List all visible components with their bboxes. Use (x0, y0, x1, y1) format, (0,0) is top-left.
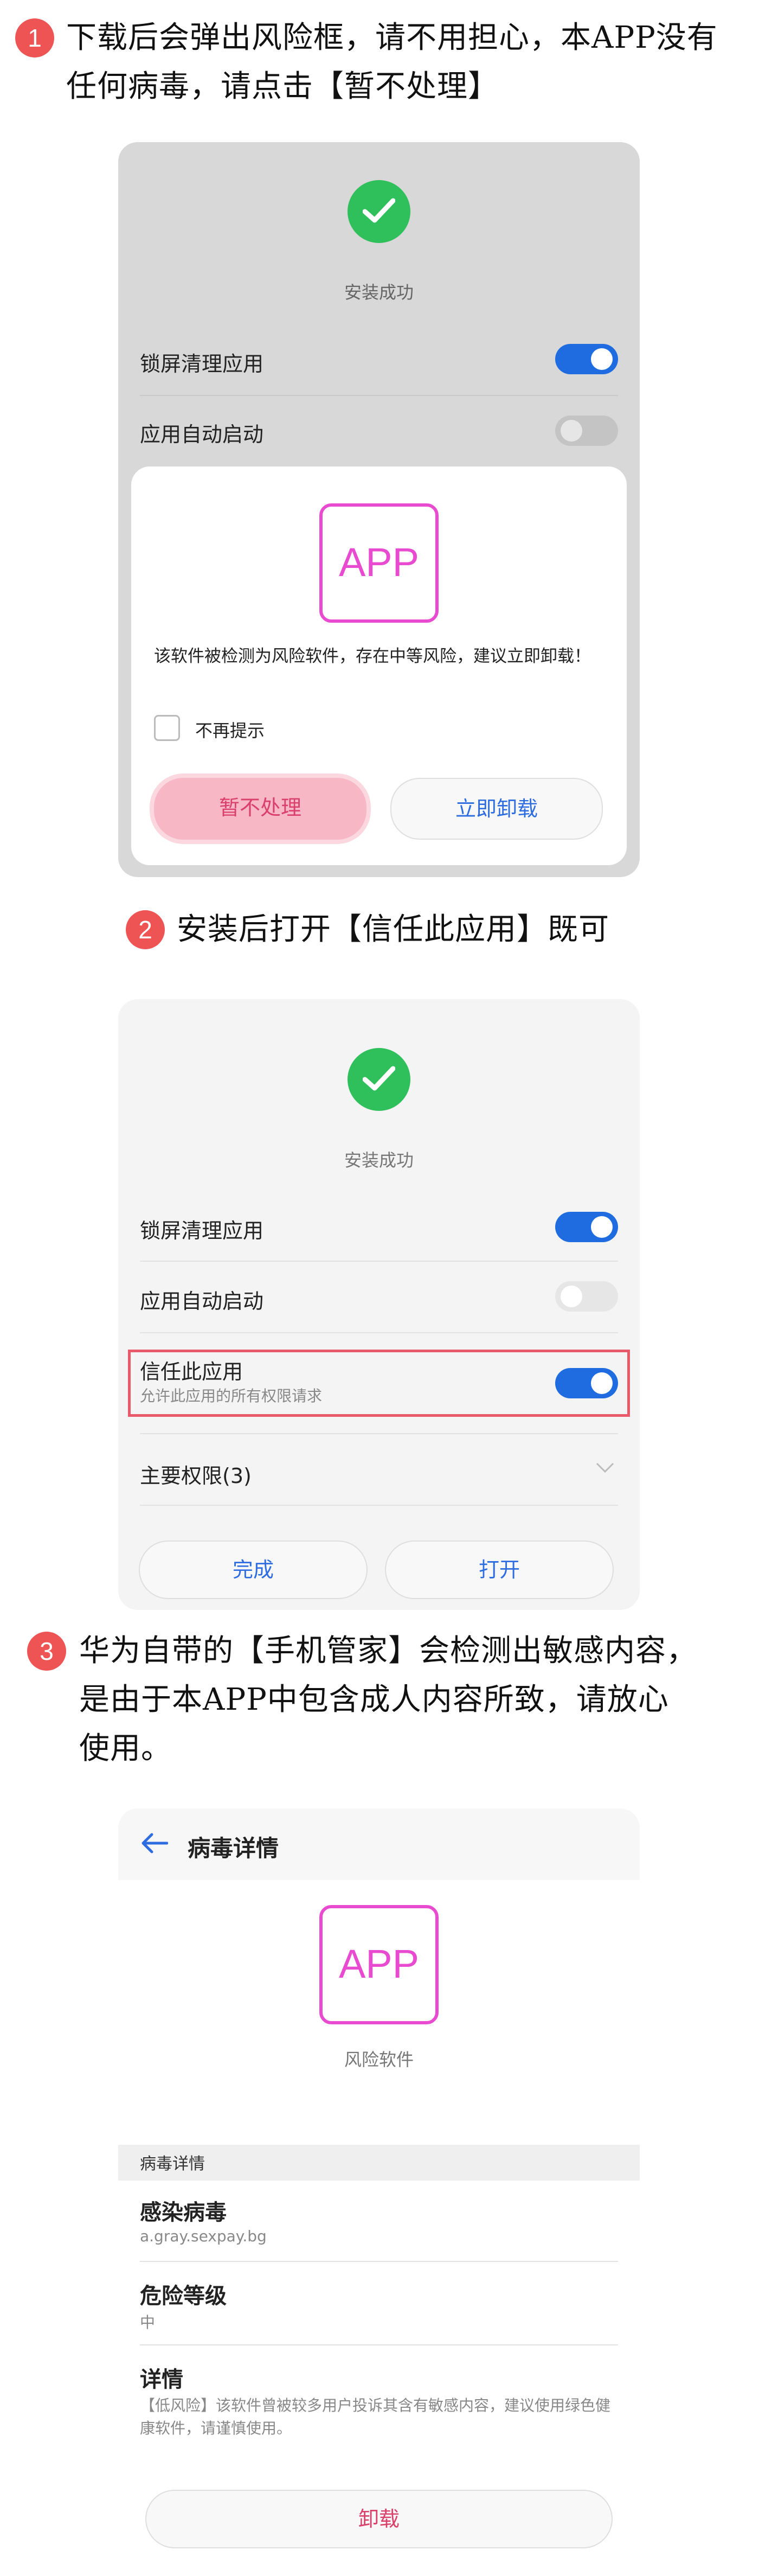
lockscreen-toggle[interactable] (555, 1212, 618, 1242)
ignore-button[interactable]: 暂不处理 (154, 778, 366, 840)
done-button[interactable]: 完成 (139, 1541, 368, 1599)
divider (140, 395, 618, 396)
check-success-icon (348, 1048, 410, 1111)
trust-app-label: 信任此应用 (140, 1360, 243, 1384)
step-3-line-3: 使用。 (79, 1731, 172, 1766)
row-label-lockscreen: 锁屏清理应用 (140, 1219, 264, 1243)
step-3-line-2: 是由于本APP中包含成人内容所致，请放心 (79, 1682, 669, 1717)
uninstall-now-button[interactable]: 立即卸载 (390, 778, 603, 840)
risk-level-label: 危险等级 (140, 2284, 227, 2309)
step-2-badge: 2 (126, 910, 165, 949)
dont-show-checkbox[interactable] (154, 715, 180, 741)
divider (140, 1332, 618, 1333)
app-icon: APP (319, 1905, 439, 2024)
row-label-autostart: 应用自动启动 (140, 423, 264, 446)
permissions-row[interactable]: 主要权限(3) (140, 1459, 252, 1489)
section-header: 病毒详情 (140, 2155, 205, 2174)
step-1-badge: 1 (15, 18, 54, 57)
install-success-text: 安装成功 (344, 282, 414, 303)
app-caption: 风险软件 (344, 2049, 414, 2070)
divider (140, 1261, 618, 1262)
dont-show-label: 不再提示 (195, 720, 265, 741)
virus-name-value: a.gray.sexpay.bg (140, 2227, 267, 2245)
open-button[interactable]: 打开 (385, 1541, 614, 1599)
divider (140, 1505, 618, 1506)
risk-level-value: 中 (140, 2313, 156, 2331)
lockscreen-toggle[interactable] (555, 344, 618, 374)
screen-2-install-complete: 安装成功 锁屏清理应用 应用自动启动 信任此应用 允许此应用的所有权限请求 主要… (118, 999, 640, 1610)
details-value: 【低风险】该软件曾被较多用户投诉其含有敏感内容，建议使用绿色健康软件，请谨慎使用… (140, 2396, 611, 2437)
screen-3-virus-details: 病毒详情 APP 风险软件 病毒详情 感染病毒 a.gray.sexpay.bg… (118, 1808, 640, 2564)
details-label: 详情 (140, 2367, 183, 2392)
step-2-line-1: 安装后打开【信任此应用】既可 (177, 912, 609, 947)
trust-app-toggle[interactable] (555, 1368, 618, 1398)
divider (140, 2261, 618, 2262)
app-icon: APP (319, 503, 439, 623)
screen-1-install-dialog: 安装成功 锁屏清理应用 应用自动启动 APP 该软件被检测为风险软件，存在中等风… (118, 142, 640, 877)
chevron-down-icon[interactable] (595, 1461, 615, 1476)
step-3-badge: 3 (27, 1632, 66, 1671)
step-1-line-2: 任何病毒，请点击【暂不处理】 (66, 69, 499, 104)
autostart-toggle[interactable] (555, 416, 618, 446)
divider (140, 1433, 618, 1434)
virus-name-label: 感染病毒 (140, 2200, 227, 2225)
check-success-icon (348, 180, 410, 243)
risk-dialog: APP 该软件被检测为风险软件，存在中等风险，建议立即卸载！ 不再提示 暂不处理… (131, 466, 627, 865)
divider (140, 2344, 618, 2345)
uninstall-button[interactable]: 卸载 (145, 2490, 613, 2548)
install-success-text: 安装成功 (344, 1150, 414, 1171)
row-label-lockscreen: 锁屏清理应用 (140, 352, 264, 376)
trust-app-description: 允许此应用的所有权限请求 (140, 1387, 323, 1405)
step-1-line-1: 下载后会弹出风险框，请不用担心，本APP没有 (66, 20, 718, 55)
risk-message: 该软件被检测为风险软件，存在中等风险，建议立即卸载！ (154, 647, 591, 666)
back-arrow-icon[interactable] (140, 1832, 169, 1856)
autostart-toggle[interactable] (555, 1281, 618, 1312)
row-label-autostart: 应用自动启动 (140, 1289, 264, 1313)
step-3-line-1: 华为自带的【手机管家】会检测出敏感内容， (79, 1633, 697, 1669)
page-title: 病毒详情 (188, 1835, 279, 1862)
